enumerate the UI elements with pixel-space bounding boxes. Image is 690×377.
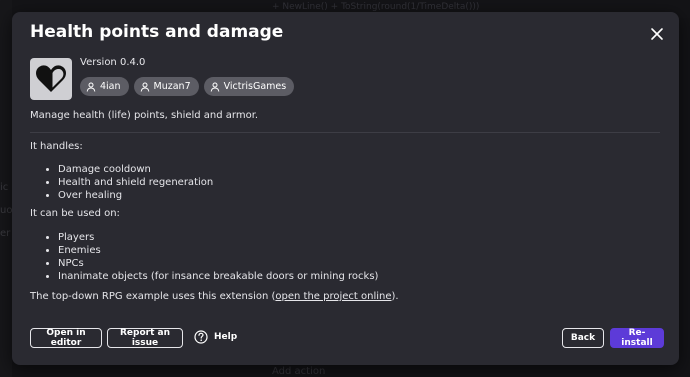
list-item: NPCs: [58, 257, 378, 270]
example-note-text: The top-down RPG example uses this exten…: [30, 291, 276, 302]
extension-description: Manage health (life) points, shield and …: [30, 110, 259, 121]
list-item: Over healing: [58, 189, 213, 202]
help-circle-icon: [194, 330, 208, 344]
reinstall-button[interactable]: Re-install: [610, 328, 664, 348]
list-item: Enemies: [58, 244, 378, 257]
extension-icon: [30, 58, 72, 100]
extension-dialog: Health points and damage Version 0.4.0 4…: [12, 12, 679, 365]
open-in-editor-button[interactable]: Open in editor: [30, 328, 102, 348]
author-chip[interactable]: Muzan7: [133, 77, 199, 96]
user-icon: [140, 82, 149, 92]
handles-heading: It handles:: [30, 141, 83, 152]
used-on-heading: It can be used on:: [30, 208, 120, 219]
example-note-end: ).: [391, 291, 399, 302]
list-item: Health and shield regeneration: [58, 176, 213, 189]
report-issue-button[interactable]: Report an issue: [107, 328, 183, 348]
list-item: Damage cooldown: [58, 163, 213, 176]
used-on-list: Players Enemies NPCs Inanimate objects (…: [42, 231, 378, 283]
user-icon: [86, 82, 96, 92]
user-icon: [210, 82, 219, 92]
handles-list: Damage cooldown Health and shield regene…: [42, 163, 213, 202]
author-name: 4ian: [100, 81, 121, 92]
example-note: The top-down RPG example uses this exten…: [30, 291, 399, 302]
list-item: Inanimate objects (for insance breakable…: [58, 270, 378, 283]
author-chip[interactable]: 4ian: [80, 77, 129, 96]
help-button[interactable]: Help: [194, 330, 237, 344]
version-label: Version 0.4.0: [80, 57, 146, 68]
author-list: 4ian Muzan7 VictrisGames: [80, 77, 295, 96]
close-icon: [651, 28, 663, 40]
close-button[interactable]: [649, 26, 665, 42]
divider: [30, 132, 660, 133]
help-label: Help: [214, 332, 238, 342]
open-project-online-link[interactable]: open the project online: [275, 291, 391, 302]
back-button[interactable]: Back: [562, 328, 604, 348]
author-name: Muzan7: [153, 81, 191, 92]
list-item: Players: [58, 231, 378, 244]
dialog-title: Health points and damage: [30, 22, 284, 42]
heart-half-icon: [36, 65, 66, 92]
author-name: VictrisGames: [223, 81, 287, 92]
author-chip[interactable]: VictrisGames: [203, 77, 295, 96]
